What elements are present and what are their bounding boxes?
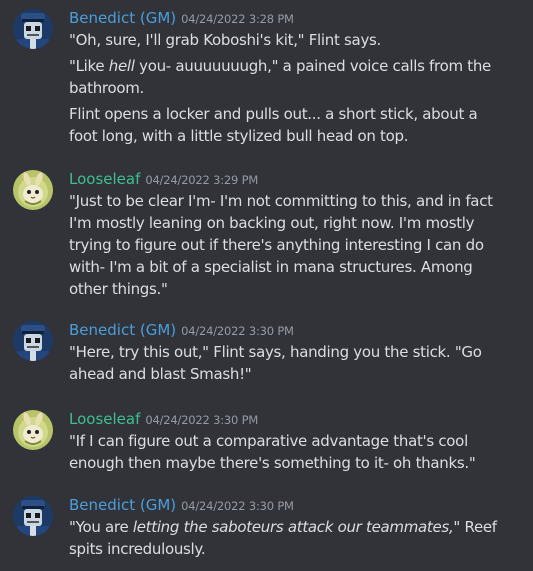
message-content: "Here, try this out," Flint says, handin… bbox=[69, 341, 519, 385]
message-line: bathroom. bbox=[69, 79, 144, 97]
message-line: "Like hell you- auuuuuuugh," a pained vo… bbox=[69, 55, 519, 77]
message-line: other things." bbox=[69, 280, 168, 298]
police-robot-avatar[interactable] bbox=[13, 496, 53, 536]
author-name[interactable]: Benedict (GM) bbox=[69, 496, 176, 514]
message-line: with- I'm a bit of a specialist in mana … bbox=[69, 258, 473, 276]
message-header: Benedict (GM) 04/24/2022 3:30 PM bbox=[69, 319, 294, 341]
message-text: "Like bbox=[69, 57, 109, 75]
message-header: Benedict (GM) 04/24/2022 3:30 PM bbox=[69, 494, 294, 516]
emphasized-text: hell bbox=[108, 57, 135, 75]
message-line: Flint opens a locker and pulls out... a … bbox=[69, 105, 478, 123]
message-content: "Just to be clear I'm- I'm not committin… bbox=[69, 190, 519, 300]
message-text: you- auuuuuuugh," a pained voice calls f… bbox=[134, 57, 491, 75]
message-timestamp: 04/24/2022 3:30 PM bbox=[181, 324, 294, 338]
author-name[interactable]: Looseleaf bbox=[69, 410, 140, 428]
message-timestamp: 04/24/2022 3:29 PM bbox=[145, 173, 259, 187]
message-timestamp: 04/24/2022 3:28 PM bbox=[181, 12, 294, 26]
message-line: "Just to be clear I'm- I'm not committin… bbox=[69, 192, 493, 210]
message-line: foot long, with a little stylized bull h… bbox=[69, 127, 409, 145]
emphasized-text: letting the saboteurs attack our teammat… bbox=[132, 518, 461, 536]
message-line: enough then maybe there's something to i… bbox=[69, 454, 476, 472]
leaf-creature-avatar[interactable] bbox=[13, 170, 53, 210]
message-line: I'm mostly leaning on backing out, right… bbox=[69, 214, 475, 232]
message-content: "You are letting the saboteurs attack ou… bbox=[69, 516, 519, 560]
message-line: spits incredulously. bbox=[69, 540, 206, 558]
message-line: trying to figure out if there's anything… bbox=[69, 236, 484, 254]
message-line: "You are letting the saboteurs attack ou… bbox=[69, 516, 519, 538]
message-text: Reef bbox=[460, 518, 497, 536]
author-name[interactable]: Benedict (GM) bbox=[69, 321, 176, 339]
police-robot-avatar[interactable] bbox=[13, 9, 53, 49]
message-text: "You are bbox=[69, 518, 133, 536]
police-robot-avatar[interactable] bbox=[13, 321, 53, 361]
leaf-creature-avatar[interactable] bbox=[13, 410, 53, 450]
message-line: "Here, try this out," Flint says, handin… bbox=[69, 343, 482, 361]
message-line: "Oh, sure, I'll grab Koboshi's kit," Fli… bbox=[69, 31, 382, 49]
message-header: Benedict (GM) 04/24/2022 3:28 PM bbox=[69, 7, 294, 29]
message-line: ahead and blast Smash!" bbox=[69, 365, 252, 383]
message-timestamp: 04/24/2022 3:30 PM bbox=[145, 413, 259, 427]
message-line: "If I can figure out a comparative advan… bbox=[69, 432, 468, 450]
author-name[interactable]: Benedict (GM) bbox=[69, 9, 176, 27]
message-content: "Oh, sure, I'll grab Koboshi's kit," Fli… bbox=[69, 29, 519, 147]
message-header: Looseleaf 04/24/2022 3:29 PM bbox=[69, 168, 258, 190]
message-timestamp: 04/24/2022 3:30 PM bbox=[181, 499, 294, 513]
message-header: Looseleaf 04/24/2022 3:30 PM bbox=[69, 408, 258, 430]
message-content: "If I can figure out a comparative advan… bbox=[69, 430, 519, 474]
author-name[interactable]: Looseleaf bbox=[69, 170, 140, 188]
